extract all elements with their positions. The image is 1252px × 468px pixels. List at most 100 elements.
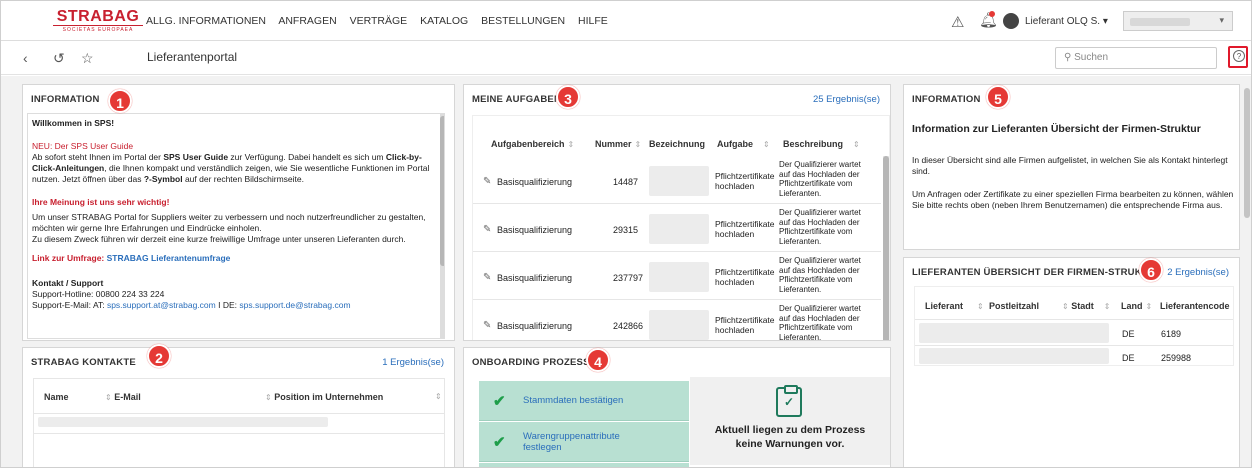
divider	[34, 413, 444, 414]
task-aufgabe: Pflichtzertifikate hochladen	[715, 171, 775, 191]
scrollbar[interactable]	[440, 114, 444, 338]
bell-icon[interactable]: 🔔︎	[979, 11, 998, 29]
firmen-struktur-panel: LIEFERANTEN ÜBERSICHT DER FIRMEN-STRUKTU…	[903, 257, 1240, 467]
panel-title: ONBOARDING PROZESS	[472, 357, 590, 368]
column-header-position[interactable]: ⇕ Position im Unternehmen	[262, 392, 383, 402]
divider	[473, 203, 881, 204]
redacted-supplier	[919, 323, 1109, 343]
strabag-logo[interactable]: STRABAG SOCIETAS EUROPAEA	[53, 9, 143, 35]
badge-1: 1	[108, 89, 132, 113]
redacted-bezeichnung	[649, 166, 709, 196]
warning-icon[interactable]: ⚠	[951, 13, 964, 31]
main-menu: ALLG. INFORMATIONEN ANFRAGEN VERTRÄGE KA…	[146, 15, 618, 27]
check-icon: ✔	[493, 393, 506, 410]
dashboard: INFORMATION Willkommen in SPS! NEU: Der …	[1, 76, 1251, 467]
edit-icon[interactable]: ✎	[483, 224, 491, 235]
column-header-lieferantencode[interactable]: Lieferantencode⇕	[1160, 301, 1233, 311]
task-nummer: 237797	[613, 273, 644, 283]
menu-allg-informationen[interactable]: ALLG. INFORMATIONEN	[146, 15, 266, 27]
scrollbar[interactable]	[883, 156, 889, 340]
badge-3: 3	[556, 85, 580, 109]
information-struktur-panel: INFORMATION Information zur Lieferanten …	[903, 84, 1240, 250]
result-count: 1 Ergebnis(se)	[382, 357, 444, 368]
task-aufgabe: Pflichtzertifikate hochladen	[715, 267, 775, 287]
kontakte-panel: STRABAG KONTAKTE 1 Ergebnis(se) Name ⇕ E…	[22, 347, 455, 467]
aufgaben-panel: MEINE AUFGABEN 25 Ergebnis(se) Aufgabenb…	[463, 84, 891, 341]
edit-icon[interactable]: ✎	[483, 272, 491, 283]
sort-icon[interactable]: ⇕	[435, 392, 442, 401]
task-beschreibung: Der Qualifizierer wartet auf das Hochlade…	[779, 256, 861, 294]
company-select[interactable]: ▾	[1123, 11, 1233, 31]
column-header-stadt[interactable]: ⇕ Stadt ⇕	[1059, 301, 1110, 311]
edit-icon[interactable]: ✎	[483, 320, 491, 331]
task-bereich[interactable]: Basisqualifizierung	[497, 177, 572, 187]
onboarding-step[interactable]: ✔ Warengruppenattribute festlegen	[479, 422, 689, 462]
page-toolbar: ‹ ↺ ☆ Lieferantenportal ⚲ Suchen ?	[1, 41, 1251, 75]
menu-vertraege[interactable]: VERTRÄGE	[350, 15, 408, 27]
code-cell: 6189	[1161, 329, 1182, 339]
task-beschreibung: Der Qualifizierer wartet auf das Hochlade…	[779, 208, 861, 246]
column-header-beschreibung[interactable]: Beschreibung ⇕	[783, 139, 860, 149]
redacted-contact-row	[38, 417, 328, 427]
history-icon[interactable]: ↺	[53, 50, 65, 67]
result-count: 25 Ergebnis(se)	[812, 94, 880, 105]
task-aufgabe: Pflichtzertifikate hochladen	[715, 219, 775, 239]
search-icon: ⚲	[1064, 52, 1072, 63]
star-icon[interactable]: ☆	[81, 50, 94, 67]
onboarding-panel: ONBOARDING PROZESS ✔ Stammdaten bestätig…	[463, 347, 891, 467]
notification-dot	[989, 11, 995, 17]
onboarding-step[interactable]: ✔ Stammdaten bestätigen	[479, 381, 689, 421]
scroll-thumb[interactable]	[1244, 88, 1250, 218]
column-header-name[interactable]: Name	[44, 392, 69, 402]
task-bereich[interactable]: Basisqualifizierung	[497, 225, 572, 235]
kontakte-table: Name ⇕ E-Mail ⇕ Position im Unternehmen …	[33, 378, 445, 467]
page-scrollbar[interactable]	[1244, 84, 1250, 467]
header-actions: ⚠ 🔔︎ Lieferant OLQ S. ▾ ▾	[951, 11, 1251, 33]
column-header-nummer[interactable]: Nummer ⇕	[595, 139, 641, 149]
scroll-thumb[interactable]	[883, 156, 889, 340]
column-header-plz[interactable]: Postleitzahl	[989, 301, 1039, 311]
column-header-aufgabenbereich[interactable]: Aufgabenbereich ⇕	[491, 139, 574, 149]
information-content: Willkommen in SPS! NEU: Der SPS User Gui…	[27, 113, 445, 339]
column-header-aufgabe[interactable]: Aufgabe ⇕	[717, 139, 770, 149]
email-de-link[interactable]: sps.support.de@strabag.com	[239, 300, 350, 310]
aufgaben-table: Aufgabenbereich ⇕ Nummer ⇕ Bezeichnung Auf…	[472, 115, 890, 340]
badge-5: 5	[986, 85, 1010, 109]
divider	[34, 433, 444, 434]
land-cell: DE	[1122, 353, 1135, 363]
divider	[915, 319, 1233, 320]
search-input[interactable]: ⚲ Suchen	[1055, 47, 1217, 69]
panel-title: LIEFERANTEN ÜBERSICHT DER FIRMEN-STRUKTU…	[912, 267, 1162, 278]
panel-title: INFORMATION	[912, 94, 981, 105]
menu-hilfe[interactable]: HILFE	[578, 15, 608, 27]
redacted-bezeichnung	[649, 262, 709, 292]
page-title: Lieferantenportal	[147, 50, 238, 64]
help-button[interactable]: ?	[1228, 46, 1248, 68]
column-header-land[interactable]: Land ⇕	[1121, 301, 1152, 311]
email-at-link[interactable]: sps.support.at@strabag.com	[107, 300, 216, 310]
menu-bestellungen[interactable]: BESTELLUNGEN	[481, 15, 565, 27]
column-header-lieferant[interactable]: Lieferant ⇕	[925, 301, 984, 311]
question-icon: ?	[1233, 50, 1245, 62]
column-header-email[interactable]: ⇕ E-Mail	[102, 392, 141, 402]
scroll-thumb[interactable]	[440, 116, 444, 266]
task-nummer: 242866	[613, 321, 644, 331]
user-avatar-icon[interactable]	[1003, 13, 1019, 29]
edit-icon[interactable]: ✎	[483, 176, 491, 187]
redacted-bezeichnung	[649, 310, 709, 340]
column-header-bezeichnung[interactable]: Bezeichnung	[649, 139, 705, 149]
info-text-1: In dieser Übersicht sind alle Firmen auf…	[912, 155, 1228, 176]
badge-4: 4	[586, 348, 610, 372]
menu-anfragen[interactable]: ANFRAGEN	[278, 15, 336, 27]
redacted-supplier	[919, 348, 1109, 364]
task-bereich[interactable]: Basisqualifizierung	[497, 321, 572, 331]
task-bereich[interactable]: Basisqualifizierung	[497, 273, 572, 283]
task-nummer: 29315	[613, 225, 639, 235]
umfrage-link[interactable]: STRABAG Lieferantenumfrage	[107, 253, 231, 263]
onboarding-step[interactable]	[479, 463, 689, 467]
divider	[473, 299, 881, 300]
back-icon[interactable]: ‹	[23, 50, 28, 66]
menu-katalog[interactable]: KATALOG	[420, 15, 468, 27]
meinung-heading: Ihre Meinung ist uns sehr wichtig!	[32, 197, 170, 207]
user-menu[interactable]: Lieferant OLQ S. ▾	[1025, 16, 1108, 27]
